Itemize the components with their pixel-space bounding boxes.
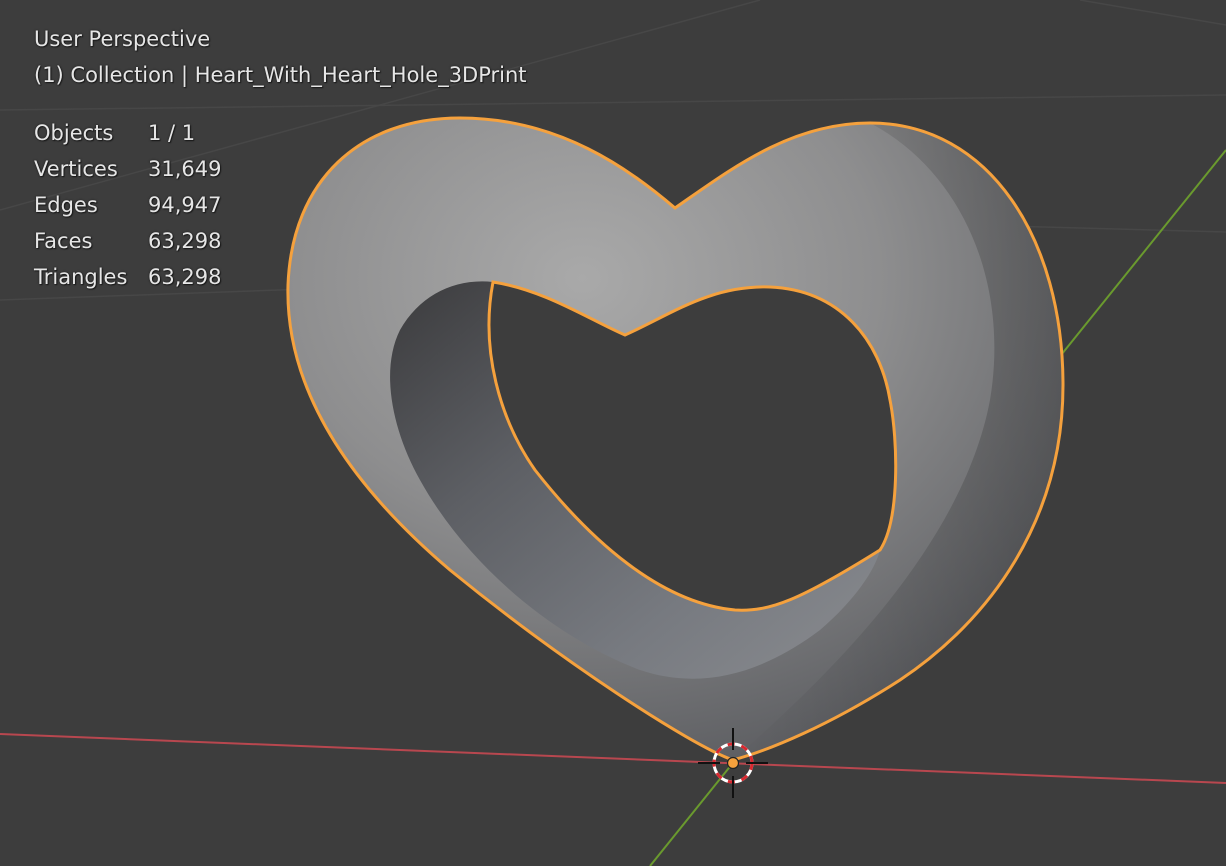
stat-value: 94,947 <box>148 193 222 217</box>
stat-label: Edges <box>34 193 98 217</box>
stat-value: 63,298 <box>148 229 222 253</box>
stat-label: Vertices <box>34 157 118 181</box>
stat-label: Faces <box>34 229 93 253</box>
object-origin-icon <box>726 756 740 770</box>
heart-object[interactable] <box>286 116 1065 762</box>
stat-label: Objects <box>34 121 114 145</box>
collection-label: (1) Collection | Heart_With_Heart_Hole_3… <box>34 63 527 87</box>
grid-line <box>1079 0 1226 26</box>
stat-value: 31,649 <box>148 157 222 181</box>
stat-label: Triangles <box>34 265 128 289</box>
view-name-label: User Perspective <box>34 27 211 51</box>
stat-value: 1 / 1 <box>148 121 196 145</box>
grid-line <box>0 94 1226 111</box>
stat-value: 63,298 <box>148 265 222 289</box>
3d-viewport[interactable]: User Perspective (1) Collection | Heart_… <box>0 0 1226 866</box>
x-axis-line <box>0 733 1226 784</box>
